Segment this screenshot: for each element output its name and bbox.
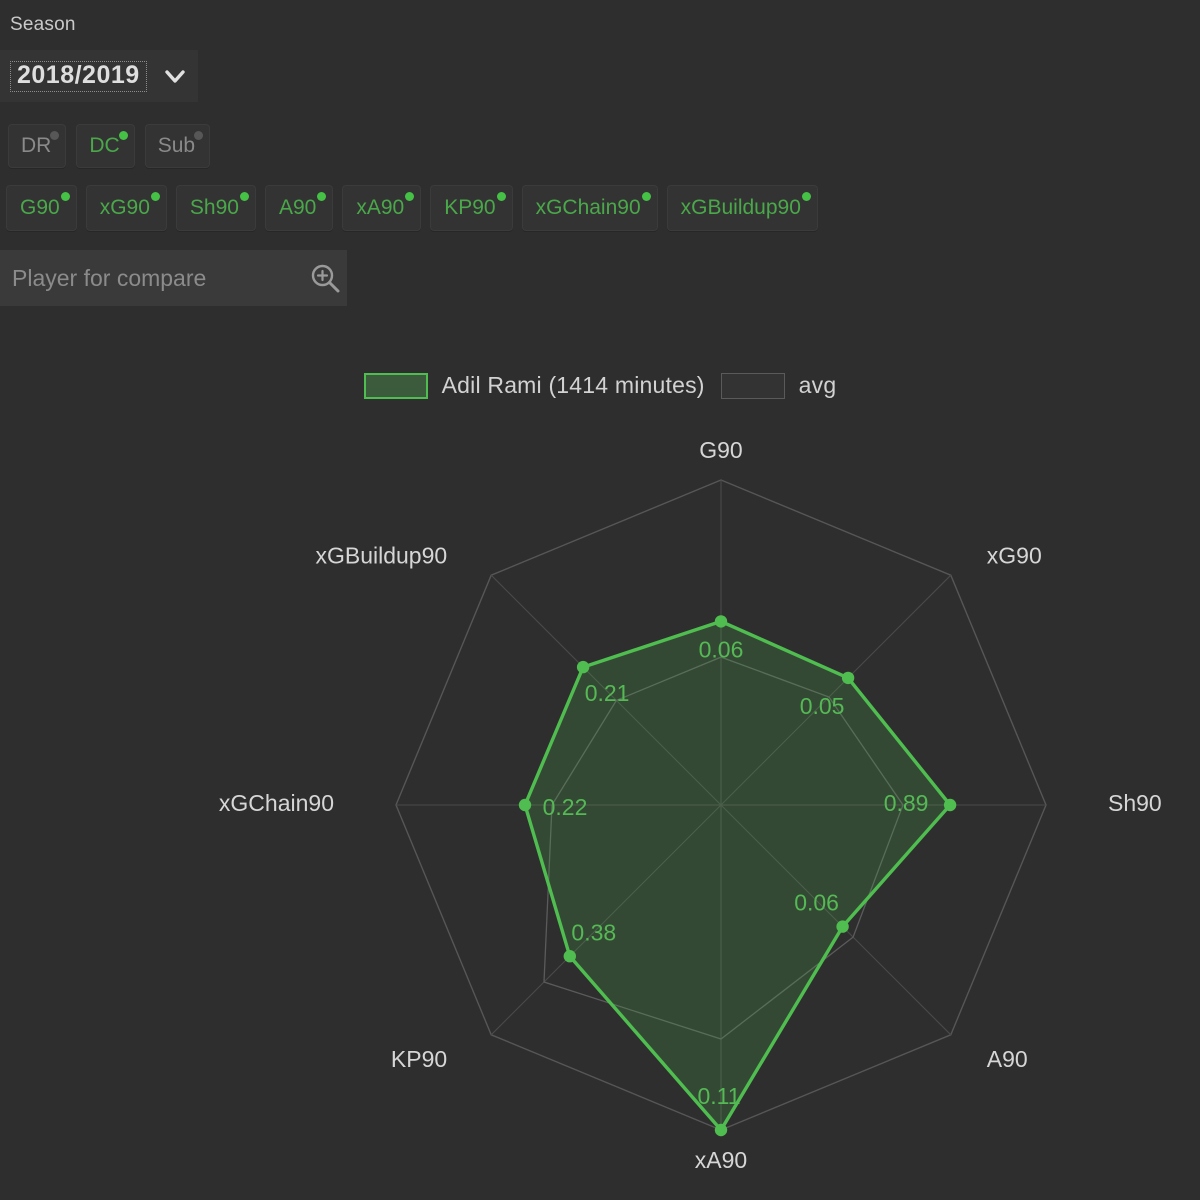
metric-chip-sh90[interactable]: Sh90 [175,185,256,231]
search-input[interactable] [12,264,308,292]
radar-axis-label-xgbuildup90: xGBuildup90 [315,542,447,568]
metric-chip-g90[interactable]: G90 [6,185,77,231]
radar-axis-label-xg90: xG90 [987,542,1042,568]
position-chip-dr[interactable]: DR [8,124,67,168]
radar-value-label: 0.11 [697,1083,740,1109]
radar-dashboard: Season 2018/2019 DR DC Sub G90 xG90 Sh90… [0,0,1200,1200]
season-selected-value: 2018/2019 [10,60,147,92]
radar-axis-label-kp90: KP90 [391,1046,447,1072]
metric-chip-xa90[interactable]: xA90 [342,185,422,231]
metric-chip-xgbuildup90[interactable]: xGBuildup90 [666,185,818,231]
metric-chip-kp90-label: KP90 [444,196,496,219]
metric-chip-a90[interactable]: A90 [264,185,334,231]
radar-data-point[interactable] [576,660,590,674]
radar-value-label: 0.06 [699,636,744,662]
metric-chip-g90-label: G90 [20,196,60,219]
radar-axis-label-g90: G90 [699,437,742,463]
legend-swatch-avg [720,372,785,399]
metric-chip-sh90-label: Sh90 [189,196,239,219]
position-chip-dc[interactable]: DC [76,124,135,168]
legend-label-avg: avg [798,372,837,398]
legend-label-player: Adil Rami (1414 minutes) [441,372,705,398]
radar-value-label: 0.38 [571,919,616,945]
radar-axis-label-sh90: Sh90 [1108,790,1162,816]
legend-swatch-player [363,372,428,399]
metric-chip-xgchain90-label: xGChain90 [535,196,641,219]
radar-value-label: 0.22 [543,794,588,820]
radar-data-point[interactable] [841,671,855,685]
chart-legend: Adil Rami (1414 minutes) avg [0,372,1200,399]
metric-chip-xgchain90[interactable]: xGChain90 [521,185,658,231]
radar-axis-label-xgchain90: xGChain90 [219,790,334,816]
radar-data-point[interactable] [943,798,957,812]
position-chip-sub-label: Sub [157,134,196,157]
search-zoom-in-icon[interactable] [308,261,342,295]
position-filter-group: DR DC Sub [8,124,211,168]
radar-data-point[interactable] [563,950,576,963]
metric-filter-group: G90 xG90 Sh90 A90 xA90 KP90 xGChain90 xG… [6,185,818,231]
legend-item-avg[interactable]: avg [720,372,837,399]
status-dot [801,192,811,201]
radar-value-label: 0.89 [884,790,929,816]
position-chip-sub[interactable]: Sub [144,124,211,168]
status-dot [641,192,651,201]
radar-value-label: 0.21 [585,680,630,706]
metric-chip-a90-label: A90 [278,196,317,219]
status-dot [405,192,415,201]
status-dot [496,192,506,201]
status-dot [60,192,70,201]
radar-value-label: 0.06 [794,890,839,916]
radar-axis-label-xa90: xA90 [695,1147,747,1173]
legend-item-player[interactable]: Adil Rami (1414 minutes) [363,372,705,399]
season-select[interactable]: 2018/2019 [0,50,198,102]
season-label: Season [10,14,76,35]
status-dot [194,131,204,140]
metric-chip-xg90-label: xG90 [99,196,150,219]
position-chip-dc-label: DC [89,134,120,157]
season-select-inner[interactable]: 2018/2019 [10,56,188,96]
player-compare-search[interactable] [0,250,347,306]
radar-data-point[interactable] [714,615,728,628]
radar-chart: 0.06 0.05 0.89 0.06 0.11 0.38 0.22 0.21 G90 xG90 S… [0,420,1200,1200]
radar-data-point[interactable] [518,798,532,812]
metric-chip-xg90[interactable]: xG90 [85,185,167,231]
radar-axis-label-a90: A90 [987,1046,1028,1072]
metric-chip-xgbuildup90-label: xGBuildup90 [680,196,801,219]
metric-chip-xa90-label: xA90 [356,196,405,219]
position-chip-dr-label: DR [21,134,52,157]
status-dot [239,192,249,201]
metric-chip-kp90[interactable]: KP90 [430,185,513,231]
radar-value-label: 0.05 [800,693,845,719]
radar-data-point[interactable] [836,920,849,933]
chevron-down-icon[interactable] [162,63,188,89]
status-dot [150,192,160,201]
radar-chart-svg[interactable]: 0.06 0.05 0.89 0.06 0.11 0.38 0.22 0.21 G90 xG90 S… [0,420,1200,1200]
radar-data-point[interactable] [714,1123,728,1137]
status-dot [317,192,327,201]
status-dot [50,131,60,140]
status-dot [118,131,128,140]
